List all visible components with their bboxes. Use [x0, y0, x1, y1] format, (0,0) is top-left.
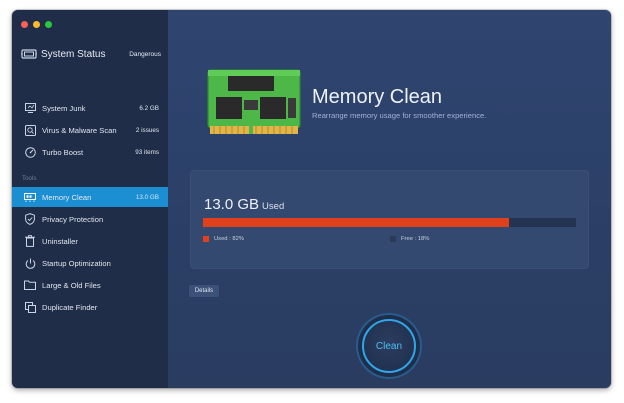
- memory-used-value: 13.0 GB: [204, 196, 260, 213]
- legend-used: Used : 82%: [203, 236, 244, 242]
- sidebar-item-label: Duplicate Finder: [42, 302, 98, 312]
- shield-scan-icon: [24, 124, 36, 136]
- sidebar-item-label: Uninstaller: [42, 236, 78, 246]
- sidebar-item-label: Virus & Malware Scan: [42, 125, 117, 135]
- shield-check-icon: [24, 213, 36, 225]
- sidebar-item-value: 2 issues: [135, 126, 159, 134]
- speedometer-icon: [24, 146, 36, 158]
- memory-chip-icon: [207, 69, 301, 134]
- page-title: Memory Clean: [312, 86, 443, 108]
- copy-icon: [24, 301, 36, 313]
- power-icon: [24, 257, 36, 269]
- system-status-title: System Status: [41, 48, 106, 60]
- memory-usage-panel: 13.0 GB Used Used : 82% Free : 18%: [190, 170, 589, 269]
- sidebar-item-label: System Junk: [42, 103, 86, 113]
- sidebar-item-system-junk[interactable]: System Junk 6.2 GB: [12, 98, 168, 118]
- memory-usage-bar: [203, 218, 576, 227]
- memory-icon: [24, 191, 36, 203]
- legend-free: Free : 18%: [390, 236, 429, 242]
- sidebar-item-virus-malware-scan[interactable]: Virus & Malware Scan 2 issues: [12, 120, 168, 140]
- sidebar-item-label: Turbo Boost: [42, 147, 84, 157]
- folder-icon: [24, 279, 36, 291]
- app-window: System Status Dangerous System Junk 6.2 …: [12, 10, 611, 388]
- window-controls: [21, 21, 52, 28]
- trash-icon: [24, 235, 36, 247]
- legend-free-label: Free : 18%: [401, 236, 430, 242]
- sidebar: System Status Dangerous System Junk 6.2 …: [12, 10, 168, 388]
- sidebar-item-memory-clean[interactable]: Memory Clean 13.0 GB: [12, 187, 168, 207]
- sidebar-item-large-old-files[interactable]: Large & Old Files: [12, 275, 168, 295]
- memory-used-label: Used: [262, 201, 285, 212]
- system-status-value: Dangerous: [129, 50, 161, 58]
- tools-section-label: Tools: [22, 175, 37, 182]
- close-window-button[interactable]: [21, 21, 28, 28]
- legend-used-swatch: [203, 236, 209, 242]
- page-subtitle: Rearrange memory usage for smoother expe…: [312, 111, 487, 120]
- sidebar-item-label: Memory Clean: [42, 192, 92, 202]
- memory-usage-bar-fill: [203, 218, 509, 227]
- minimize-window-button[interactable]: [33, 21, 40, 28]
- zoom-window-button[interactable]: [45, 21, 52, 28]
- memory-used-readout: 13.0 GB Used: [204, 196, 284, 213]
- sidebar-item-value: 6.2 GB: [139, 104, 159, 112]
- sidebar-item-startup-optimization[interactable]: Startup Optimization: [12, 253, 168, 273]
- details-button[interactable]: Details: [189, 285, 219, 297]
- sidebar-item-privacy-protection[interactable]: Privacy Protection: [12, 209, 168, 229]
- sidebar-item-label: Startup Optimization: [42, 258, 111, 268]
- sidebar-item-duplicate-finder[interactable]: Duplicate Finder: [12, 297, 168, 317]
- clean-button-label: Clean: [375, 340, 403, 352]
- sidebar-item-label: Large & Old Files: [42, 280, 101, 290]
- sidebar-item-uninstaller[interactable]: Uninstaller: [12, 231, 168, 251]
- legend-used-label: Used : 82%: [214, 236, 244, 242]
- legend-free-swatch: [390, 236, 396, 242]
- clean-button-wrapper: Clean: [358, 315, 420, 377]
- sidebar-item-value: 13.0 GB: [135, 193, 159, 201]
- monitor-icon: [24, 102, 36, 114]
- system-status-icon: [21, 49, 37, 59]
- system-status[interactable]: System Status Dangerous: [21, 46, 161, 62]
- sidebar-item-label: Privacy Protection: [42, 214, 104, 224]
- sidebar-item-value: 93 items: [135, 148, 159, 156]
- clean-button[interactable]: Clean: [362, 319, 416, 373]
- sidebar-item-turbo-boost[interactable]: Turbo Boost 93 items: [12, 142, 168, 162]
- main-panel: Memory Clean Rearrange memory usage for …: [168, 10, 611, 388]
